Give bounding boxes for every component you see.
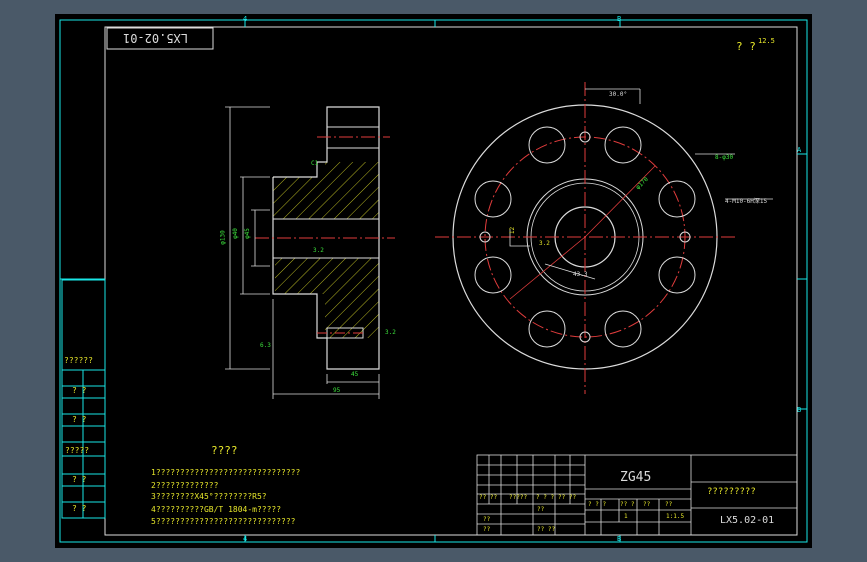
dim-length-2: 95 [333, 387, 341, 394]
inner-border [104, 26, 798, 536]
dim-key-depth: 43.3 [573, 271, 588, 278]
tb-header-4: ?? [665, 501, 673, 508]
tb-row-6: ?? [483, 526, 491, 533]
drawing-sheet: 4 B A B 4 B LX5.02-01 ? ? 12.5 ?????? ? … [55, 14, 812, 548]
left-label-2: ? ? [72, 386, 87, 395]
note-line-1: 1?????????????????????????????? [151, 468, 301, 477]
notes-title: ???? [211, 444, 238, 457]
part-name: ????????? [707, 487, 756, 497]
roughness-a: 3.2 [313, 247, 324, 254]
dim-holes: 8-φ30 [715, 154, 734, 161]
roughness-note: ? ? [736, 40, 756, 53]
note-line-3: 3????????X45°????????R5? [151, 492, 267, 501]
left-label-1: ?????? [64, 356, 93, 365]
dim-hub-dia: φ45 [243, 228, 251, 239]
qty-label: 1 [624, 513, 628, 520]
tb-header-2: ?? ? [620, 501, 635, 508]
left-label-3: ? ? [72, 415, 87, 424]
dim-outer-dia: φ130 [219, 230, 227, 245]
left-label-5: ? ? [72, 475, 87, 484]
left-label-4: ????? [65, 446, 90, 455]
dim-pin-holes: 4-M10-6H深15 [725, 198, 768, 205]
note-line-2: 2????????????? [151, 481, 219, 490]
outer-border [59, 19, 808, 543]
note-line-5: 5????????????????????????????? [151, 517, 296, 526]
front-view [435, 82, 773, 394]
code-stamp: LX5.02-01 [123, 31, 189, 45]
roughness-e: 3.2 [539, 240, 550, 247]
tb-row-3: ? ? ? [536, 494, 555, 501]
dim-bore-dia: φ40 [231, 228, 239, 239]
zone-letter-bottom-left: 4 [243, 535, 248, 543]
tb-row-7: ?? [537, 506, 545, 513]
roughness-c: 3.2 [385, 329, 396, 336]
dim-length-1: 45 [351, 371, 359, 378]
dim-angle: 30.0° [609, 91, 628, 98]
zone-letter-bottom-right: B [617, 535, 622, 543]
roughness-b: 6.3 [260, 342, 271, 349]
tb-row-1: ?? ?? [479, 494, 498, 501]
zone-ticks [60, 20, 807, 542]
scale-label: 1:1.5 [666, 513, 685, 520]
note-line-4: 4??????????GB/T 1804-m????? [151, 505, 282, 514]
tb-row-2: ????? [509, 494, 528, 501]
tb-row-4: ?? ?? [558, 494, 577, 501]
left-label-6: ? ? [72, 504, 87, 513]
drawing-number: LX5.02-01 [720, 515, 775, 526]
tb-header-1: ? ? ? [588, 501, 607, 508]
dim-chamfer: C1 [311, 160, 319, 167]
tb-row-5: ?? [483, 516, 491, 523]
dim-keyway: 12 [509, 226, 517, 235]
zone-letter-right-lower: B [797, 406, 802, 414]
tb-header-3: ?? [643, 501, 651, 508]
tb-row-8: ?? ?? [537, 526, 556, 533]
zone-letter-top-right: B [617, 15, 622, 23]
zone-letter-top-left: 4 [243, 15, 248, 23]
roughness-value: 12.5 [758, 37, 775, 45]
zone-letter-right-upper: A [797, 146, 802, 154]
material: ZG45 [620, 470, 652, 485]
section-view [225, 106, 395, 399]
